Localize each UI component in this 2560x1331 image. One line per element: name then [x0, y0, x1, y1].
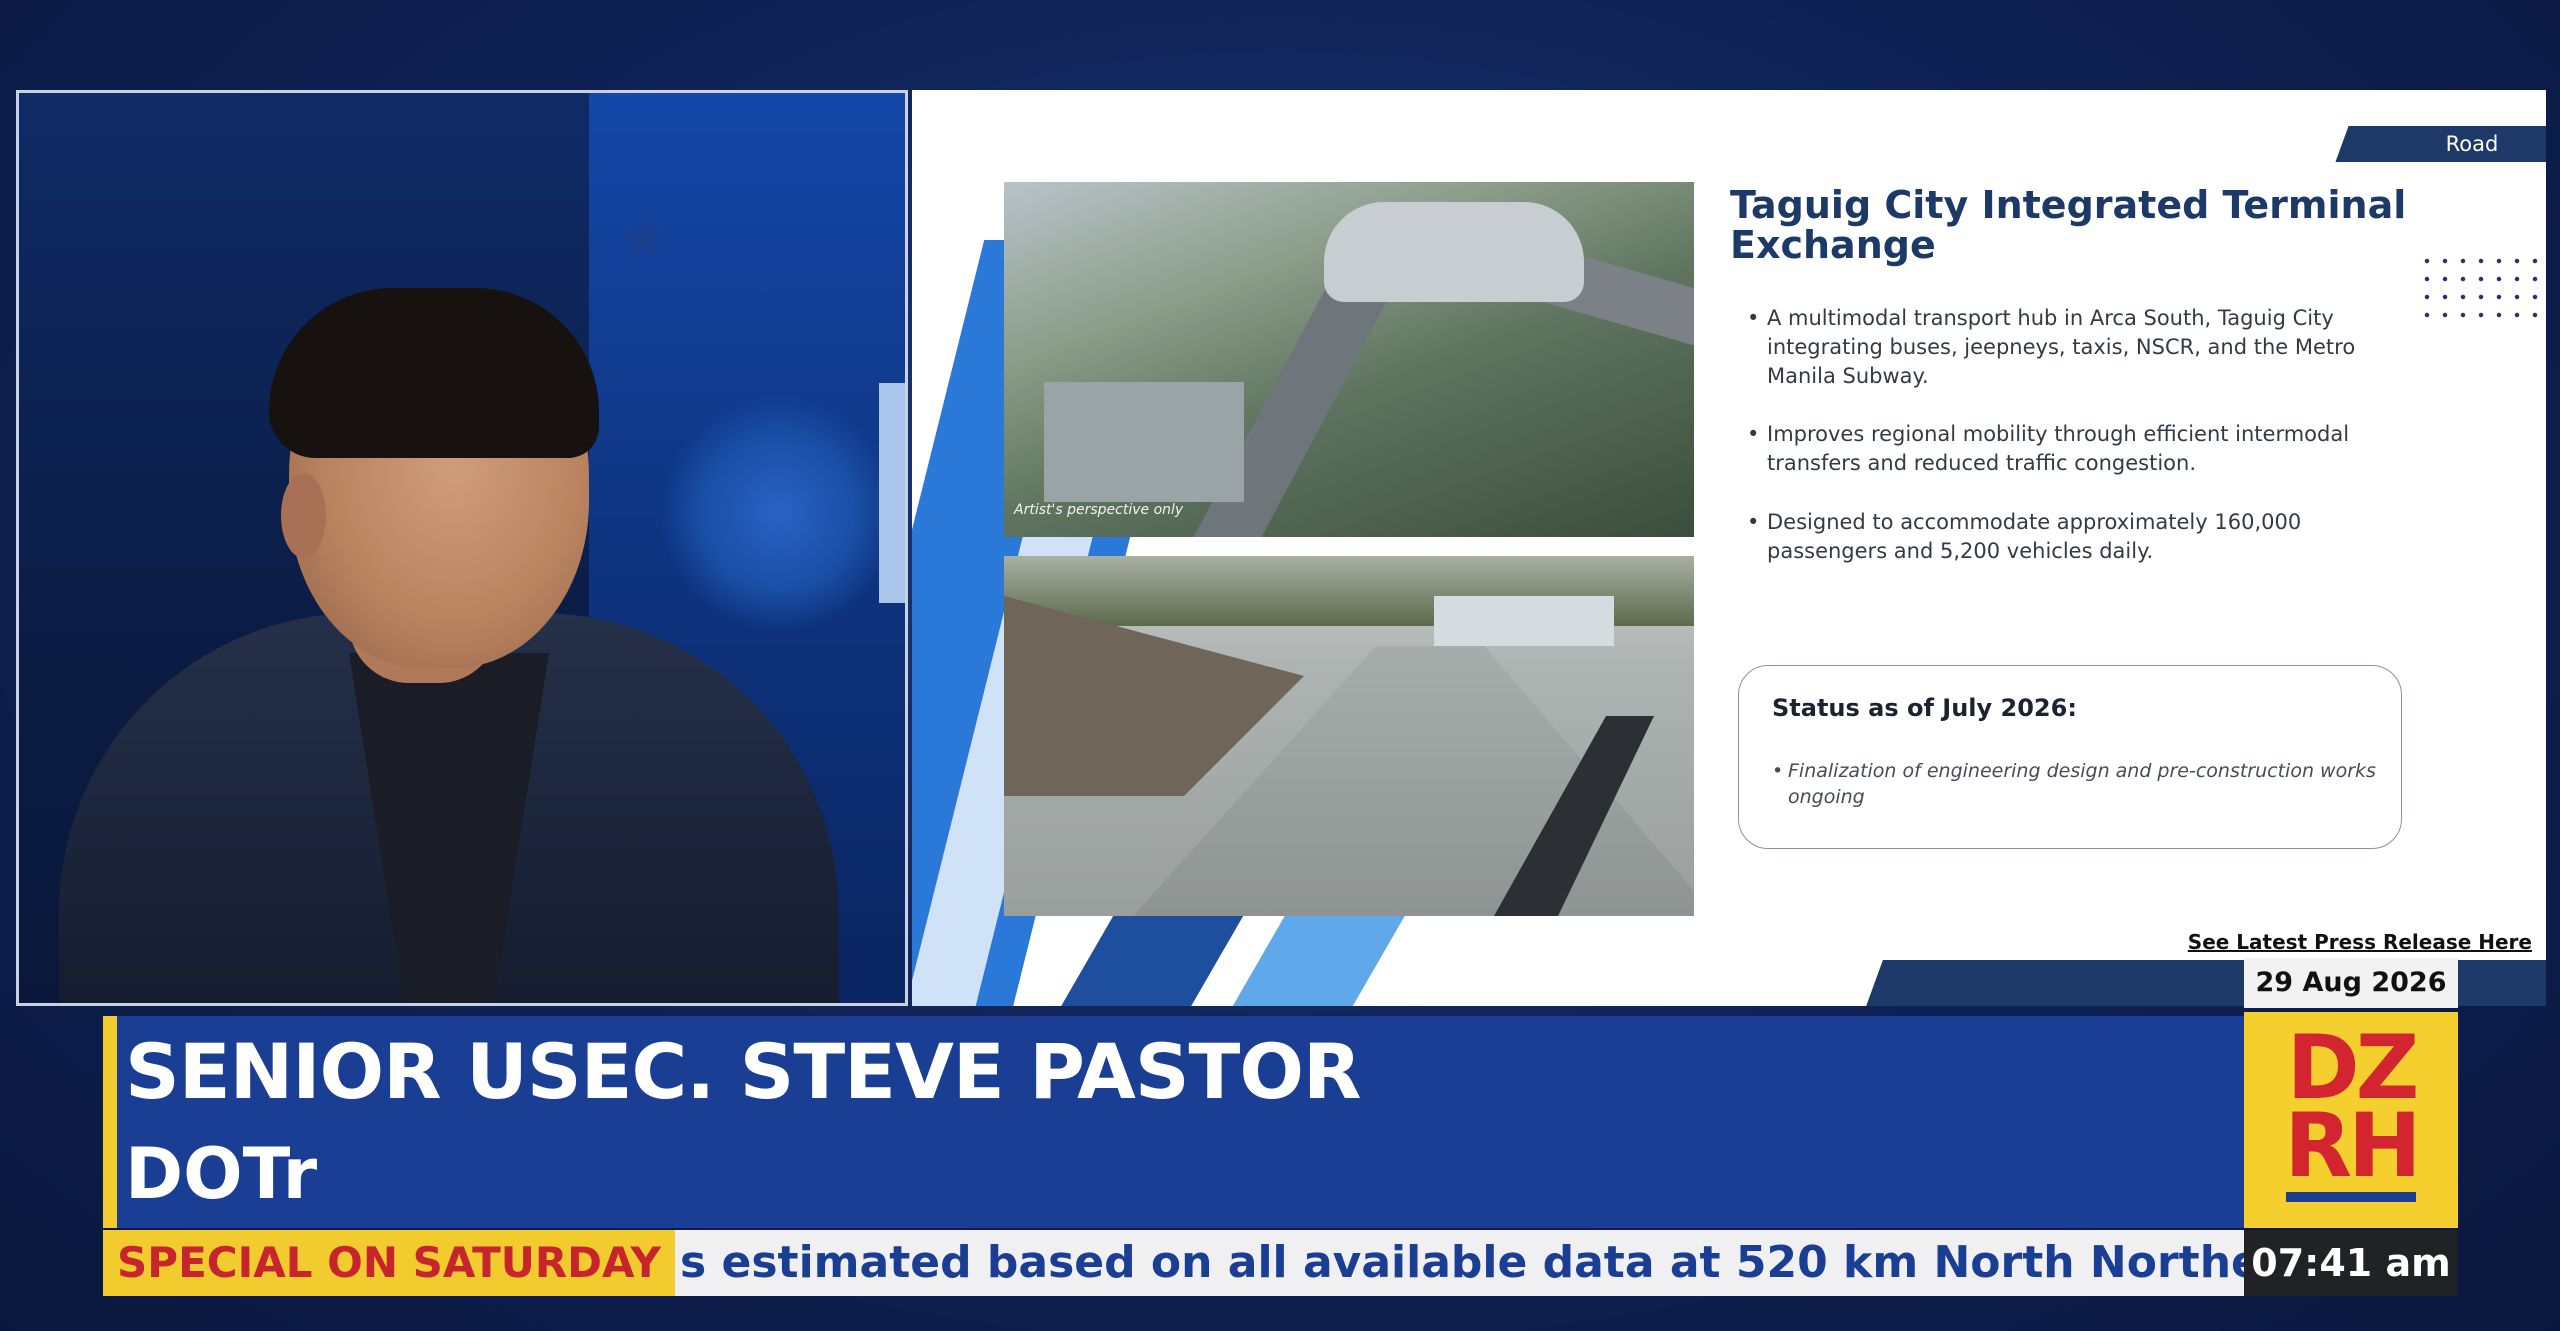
- slide-title: Taguig City Integrated Terminal Exchange: [1730, 183, 2407, 267]
- station-logo-underline: [2286, 1192, 2416, 1202]
- slide-bullet: Improves regional mobility through effic…: [1747, 420, 2427, 478]
- camera-feed: [16, 90, 908, 1006]
- terminal-rendering-image: Artist's perspective only: [1004, 182, 1694, 537]
- presentation-slide: Road Artist's perspective only Taguig Ci…: [912, 90, 2546, 1006]
- site-fence: [1434, 596, 1614, 646]
- press-release-link[interactable]: See Latest Press Release Here: [2092, 930, 2532, 954]
- guest-name: SENIOR USEC. STEVE PASTOR: [125, 1027, 1362, 1116]
- studio-panel: [879, 383, 905, 603]
- status-title: Status as of July 2026:: [1772, 694, 2077, 722]
- ticker-label: SPECIAL ON SATURDAY: [103, 1230, 675, 1296]
- guest-ear: [281, 473, 326, 558]
- bus-parking-lot: [1044, 382, 1244, 502]
- ticker-text: s estimated based on all available data …: [680, 1237, 2244, 1288]
- category-label: Road: [2445, 132, 2499, 156]
- date-badge: 29 Aug 2026: [2244, 958, 2458, 1008]
- construction-site-photo: [1004, 556, 1694, 916]
- image-caption: Artist's perspective only: [1014, 502, 1184, 518]
- guest-hair: [269, 288, 599, 458]
- lower-third-accent: [103, 1016, 117, 1228]
- dot-grid-decor: [2418, 252, 2544, 318]
- terminal-building: [1324, 202, 1584, 302]
- dirt-embankment: [1004, 596, 1304, 796]
- flag-sun-emblem: [659, 393, 899, 633]
- status-box: [1738, 665, 2402, 849]
- slide-bullet: A multimodal transport hub in Arca South…: [1747, 304, 2427, 391]
- guest-organization: DOTr: [125, 1133, 318, 1215]
- status-item: Finalization of engineering design and p…: [1772, 758, 2382, 810]
- clock-badge: 07:41 am: [2244, 1230, 2458, 1296]
- station-logo-line2: RH: [2284, 1094, 2421, 1197]
- slide-bullet: Designed to accommodate approximately 16…: [1747, 508, 2427, 566]
